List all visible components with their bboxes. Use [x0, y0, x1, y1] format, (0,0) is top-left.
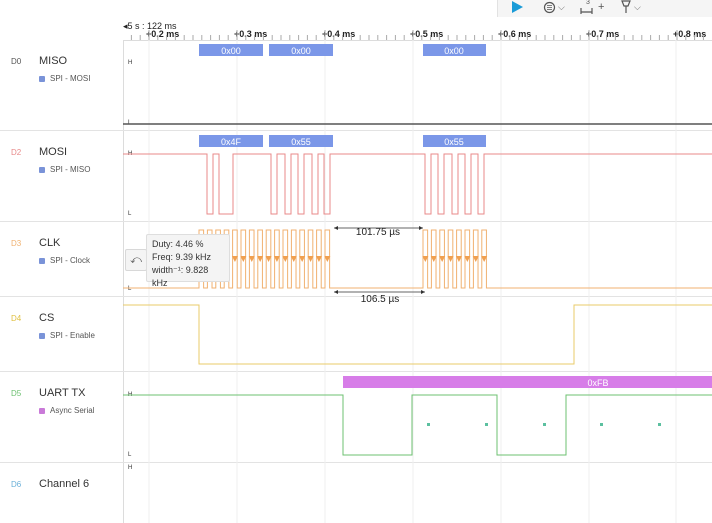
uart-bit-dot [658, 423, 661, 426]
gap-measure-top-label: 101.75 µs [356, 227, 400, 238]
uart-bit-dot [427, 423, 430, 426]
mosi-trace [123, 153, 712, 215]
miso-byte-label: 0x00 [291, 46, 311, 56]
mosi-byte-label: 0x4F [221, 137, 242, 147]
mosi-byte-label: 0x55 [291, 137, 311, 147]
uart-bit-dot [543, 423, 546, 426]
clock-measurement-tooltip: Duty: 4.46 % Freq: 9.39 kHz width⁻¹: 9.8… [146, 234, 230, 288]
clk-sample-markers [198, 256, 488, 262]
uart-frame-label: 0xFB [587, 378, 608, 388]
ruler-ticks [130, 30, 704, 40]
freq-value: Freq: 9.39 kHz [152, 252, 212, 262]
measure-cursor-button[interactable]: ⤺ [125, 249, 147, 271]
miso-byte-label: 0x00 [444, 46, 464, 56]
cs-trace [123, 304, 712, 365]
uart-frame-box[interactable] [343, 376, 712, 388]
waveform-canvas[interactable]: 0x00 0x00 0x00 0x4F 0x55 0x55 101.75 µs … [0, 0, 712, 523]
uart-trace [123, 394, 712, 456]
duty-value: Duty: 4.46 % [152, 239, 204, 249]
width-value: width⁻¹: 9.828 kHz [152, 265, 209, 288]
uart-bit-dot [600, 423, 603, 426]
gap-measure-bottom-label: 106.5 µs [361, 294, 400, 305]
miso-byte-label: 0x00 [221, 46, 241, 56]
cursor-icon: ⤺ [130, 254, 142, 266]
mosi-byte-label: 0x55 [444, 137, 464, 147]
uart-bit-dot [485, 423, 488, 426]
